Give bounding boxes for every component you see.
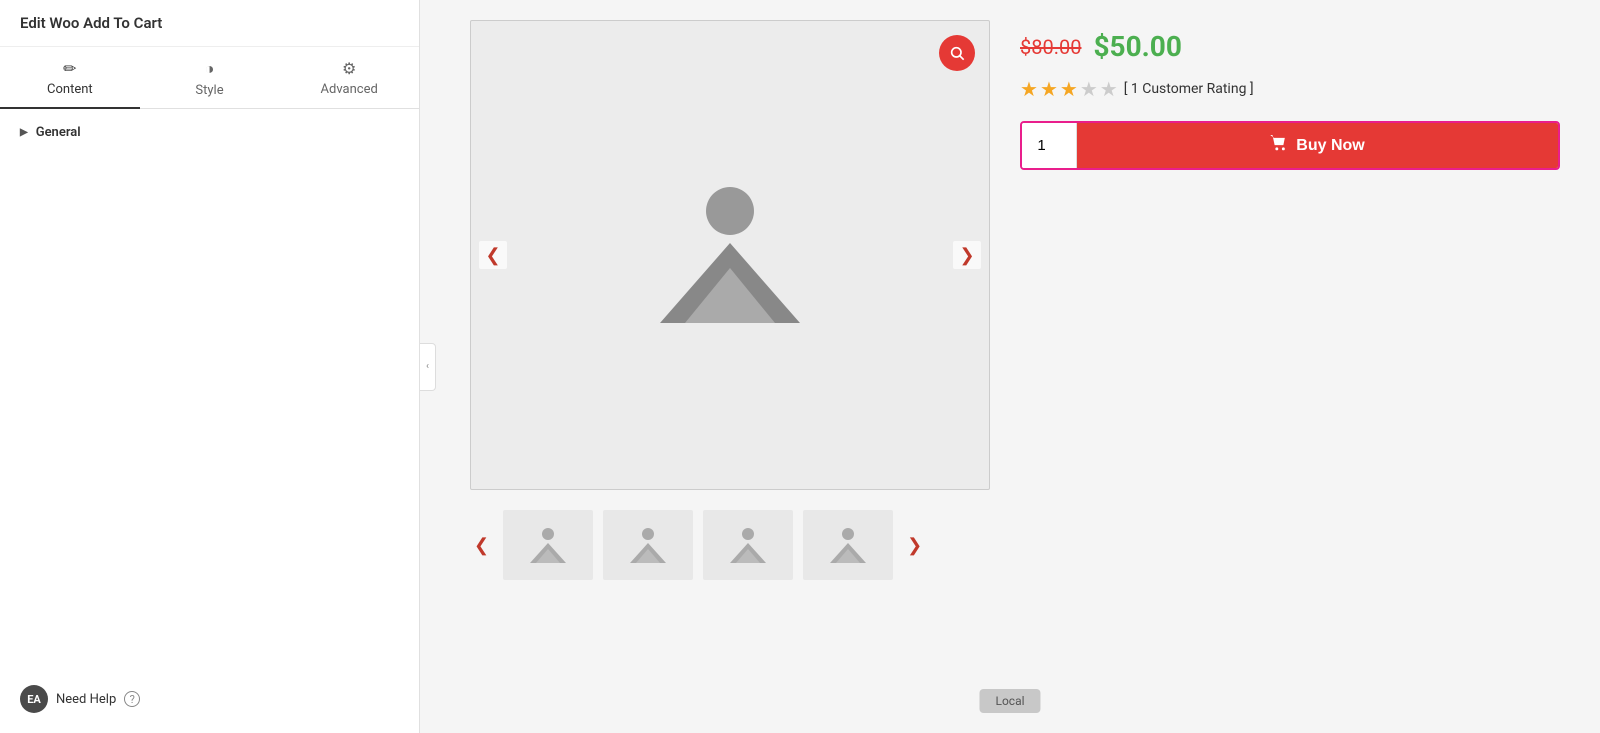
star-rating: ★ ★ ★ ★ ★ xyxy=(1020,77,1118,101)
thumb-placeholder-1 xyxy=(530,528,566,563)
thumb-circle-3 xyxy=(742,528,754,540)
old-price: $80.00 xyxy=(1020,35,1081,59)
search-icon xyxy=(949,45,965,61)
thumb-placeholder-2 xyxy=(630,528,666,563)
thumbnail-3[interactable] xyxy=(703,510,793,580)
general-header[interactable]: ▶ General xyxy=(20,125,399,140)
image-slider: ❮ ❯ ❮ xyxy=(470,20,990,588)
cart-icon xyxy=(1270,135,1288,156)
thumb-placeholder-3 xyxy=(730,528,766,563)
main-image-placeholder xyxy=(660,187,800,323)
star-2: ★ xyxy=(1040,77,1058,101)
add-to-cart-row: Buy Now xyxy=(1020,121,1560,170)
thumb-mountain-3 xyxy=(730,543,766,563)
thumb-mountain-1 xyxy=(530,543,566,563)
buy-now-label: Buy Now xyxy=(1296,137,1364,155)
thumbnail-4[interactable] xyxy=(803,510,893,580)
thumb-circle-1 xyxy=(542,528,554,540)
tab-content-label: Content xyxy=(47,82,93,97)
tab-style-label: Style xyxy=(195,83,223,98)
placeholder-mountain xyxy=(660,243,800,323)
thumbnail-2[interactable] xyxy=(603,510,693,580)
general-section: ▶ General xyxy=(0,109,419,156)
product-info: $80.00 $50.00 ★ ★ ★ ★ ★ [ 1 Customer Rat… xyxy=(1020,20,1560,588)
placeholder-circle xyxy=(706,187,754,235)
star-3: ★ xyxy=(1060,77,1078,101)
thumbnail-prev-button[interactable]: ❮ xyxy=(470,531,493,560)
buy-now-button[interactable]: Buy Now xyxy=(1077,123,1558,168)
star-4: ★ xyxy=(1080,77,1098,101)
collapse-handle[interactable]: ‹ xyxy=(420,343,436,391)
thumb-circle-4 xyxy=(842,528,854,540)
thumb-mountain-4 xyxy=(830,543,866,563)
ea-badge: EA xyxy=(20,685,48,713)
thumbnail-1[interactable] xyxy=(503,510,593,580)
general-arrow-icon: ▶ xyxy=(20,127,28,138)
thumb-placeholder-4 xyxy=(830,528,866,563)
thumbnail-strip: ❮ xyxy=(470,502,990,588)
thumb-circle-2 xyxy=(642,528,654,540)
style-icon: ◑ xyxy=(205,59,215,79)
rating-row: ★ ★ ★ ★ ★ [ 1 Customer Rating ] xyxy=(1020,77,1560,101)
thumbnail-next-button[interactable]: ❯ xyxy=(903,531,926,560)
need-help-row: EA Need Help ? xyxy=(0,665,419,733)
star-5: ★ xyxy=(1100,77,1118,101)
general-label: General xyxy=(36,125,81,140)
help-question-icon[interactable]: ? xyxy=(124,691,140,707)
content-icon: ✏ xyxy=(63,59,76,78)
tab-style[interactable]: ◑ Style xyxy=(140,47,280,108)
tab-bar: ✏ Content ◑ Style ⚙ Advanced xyxy=(0,47,419,109)
tab-advanced-label: Advanced xyxy=(321,82,378,97)
new-price: $50.00 xyxy=(1093,30,1181,63)
canvas-area: ❮ ❯ ❮ xyxy=(420,0,1600,733)
price-row: $80.00 $50.00 xyxy=(1020,30,1560,63)
main-image: ❮ ❯ xyxy=(470,20,990,490)
cart-svg xyxy=(1270,135,1288,151)
local-badge: Local xyxy=(979,689,1040,713)
thumb-mountain-2 xyxy=(630,543,666,563)
panel-title: Edit Woo Add To Cart xyxy=(0,0,419,47)
tab-content[interactable]: ✏ Content xyxy=(0,47,140,108)
left-panel: Edit Woo Add To Cart ✏ Content ◑ Style ⚙… xyxy=(0,0,420,733)
product-container: ❮ ❯ ❮ xyxy=(470,20,1560,588)
image-search-button[interactable] xyxy=(939,35,975,71)
main-slider-next-button[interactable]: ❯ xyxy=(953,241,981,269)
need-help-label: Need Help xyxy=(56,692,116,707)
tab-advanced[interactable]: ⚙ Advanced xyxy=(279,47,419,108)
advanced-icon: ⚙ xyxy=(342,59,356,78)
main-slider-prev-button[interactable]: ❮ xyxy=(479,241,507,269)
quantity-input[interactable] xyxy=(1022,123,1077,168)
rating-text: [ 1 Customer Rating ] xyxy=(1124,81,1254,97)
star-1: ★ xyxy=(1020,77,1038,101)
